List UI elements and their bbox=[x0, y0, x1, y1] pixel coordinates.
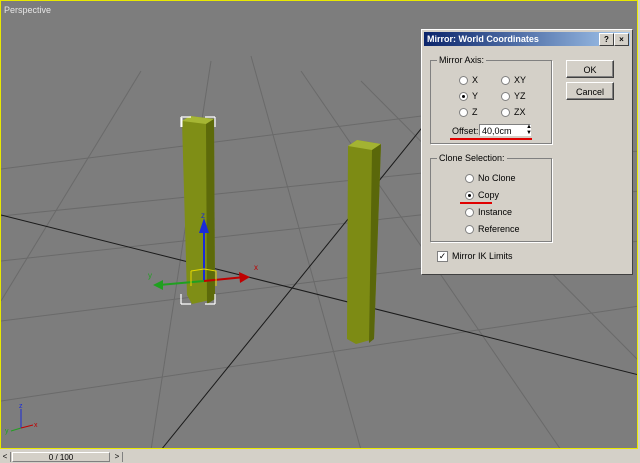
offset-spinner[interactable]: ▲ ▼ bbox=[525, 124, 533, 136]
gizmo-y-label: y bbox=[148, 271, 152, 280]
clone-selection-group: Clone Selection: No Clone Copy Instance … bbox=[430, 153, 552, 242]
radio-indicator bbox=[465, 208, 474, 217]
mirror-axis-title: Mirror Axis: bbox=[437, 55, 486, 65]
axis-yz-label: YZ bbox=[514, 91, 526, 101]
gizmo-z-label: z bbox=[201, 211, 205, 220]
axis-xy-label: XY bbox=[514, 75, 527, 85]
copy-label: Copy bbox=[478, 190, 500, 200]
radio-indicator bbox=[501, 108, 510, 117]
radio-indicator bbox=[459, 108, 468, 117]
mirror-ik-label: Mirror IK Limits bbox=[452, 251, 513, 261]
mirror-ik-checkbox[interactable]: ✓ bbox=[437, 251, 448, 262]
highlight-underline bbox=[460, 202, 492, 204]
gizmo-x-label: x bbox=[254, 263, 258, 272]
offset-label: Offset: bbox=[452, 126, 479, 136]
cancel-button[interactable]: Cancel bbox=[566, 82, 614, 100]
axis-z-label: Z bbox=[472, 107, 478, 117]
time-next-button[interactable]: > bbox=[112, 452, 123, 462]
dialog-titlebar[interactable]: Mirror: World Coordinates ? × bbox=[424, 32, 630, 46]
dialog-title: Mirror: World Coordinates bbox=[427, 34, 539, 44]
no-clone-label: No Clone bbox=[478, 173, 516, 183]
offset-input[interactable]: 40,0cm bbox=[479, 124, 531, 136]
tripod-z-label: z bbox=[19, 403, 23, 410]
copied-box-object[interactable] bbox=[347, 140, 381, 344]
viewport-label[interactable]: Perspective bbox=[4, 5, 51, 15]
time-prev-button[interactable]: < bbox=[0, 452, 11, 462]
radio-indicator bbox=[501, 76, 510, 85]
mirror-dialog: Mirror: World Coordinates ? × Mirror Axi… bbox=[421, 29, 633, 275]
axis-y-label: Y bbox=[472, 91, 479, 101]
radio-indicator bbox=[465, 225, 474, 234]
axis-tripod-icon bbox=[10, 409, 34, 432]
clone-selection-title: Clone Selection: bbox=[437, 153, 507, 163]
radio-indicator-selected bbox=[459, 92, 468, 101]
axis-x-label: X bbox=[472, 75, 479, 85]
tripod-x-label: x bbox=[34, 422, 38, 429]
time-slider[interactable]: 0 / 100 bbox=[12, 452, 110, 462]
instance-label: Instance bbox=[478, 207, 513, 217]
selected-box-object[interactable] bbox=[180, 116, 216, 305]
radio-indicator bbox=[459, 76, 468, 85]
radio-indicator-selected bbox=[465, 191, 474, 200]
axis-zx-label: ZX bbox=[514, 107, 526, 117]
reference-label: Reference bbox=[478, 224, 520, 234]
close-button[interactable]: × bbox=[614, 33, 629, 46]
help-button[interactable]: ? bbox=[599, 33, 614, 46]
radio-indicator bbox=[465, 174, 474, 183]
time-slider-bar: < 0 / 100 > bbox=[0, 451, 640, 462]
radio-indicator bbox=[501, 92, 510, 101]
highlight-underline bbox=[450, 138, 532, 140]
ok-button[interactable]: OK bbox=[566, 60, 614, 78]
tripod-y-label: y bbox=[5, 428, 9, 435]
